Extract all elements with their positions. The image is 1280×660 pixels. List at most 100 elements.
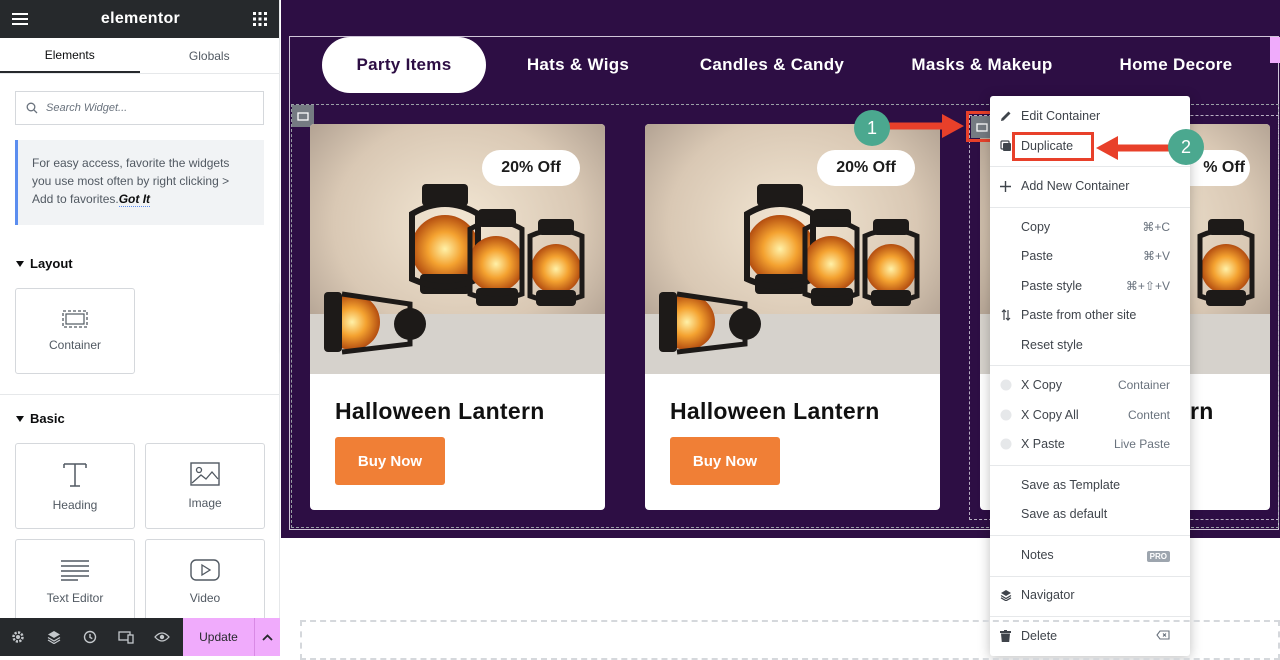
settings-button[interactable]	[0, 618, 36, 656]
got-it-link[interactable]: Got It	[118, 192, 151, 207]
editor-panel: elementor Elements Globals Search Widget…	[0, 0, 280, 656]
menu-item-x-paste[interactable]: X Paste Live Paste	[990, 431, 1190, 457]
heading-label: Heading	[52, 498, 98, 512]
menu-item-navigator[interactable]: Navigator	[990, 582, 1190, 608]
context-menu: Edit Container Duplicate Add New Contain…	[990, 96, 1190, 656]
video-label: Video	[189, 591, 221, 605]
card-title: Halloween Lantern	[670, 398, 880, 424]
search-icon	[26, 102, 38, 114]
elementor-logo: elementor	[100, 10, 181, 27]
widget-container[interactable]: Container	[15, 288, 135, 374]
menu-item-x-copy-all[interactable]: X Copy All Content	[990, 402, 1190, 428]
update-button[interactable]: Update	[183, 618, 254, 656]
layers-icon	[47, 631, 61, 644]
menu-separator	[990, 465, 1190, 466]
discount-badge: 20% Off	[482, 150, 580, 186]
basic-section-title[interactable]: Basic	[0, 411, 65, 426]
responsive-button[interactable]	[108, 618, 144, 656]
menu-item-paste-other-site[interactable]: Paste from other site	[990, 302, 1190, 328]
menu-item-save-default[interactable]: Save as default	[990, 501, 1190, 527]
menu-item-edit-container[interactable]: Edit Container	[990, 103, 1190, 129]
devices-icon	[118, 631, 134, 644]
plus-icon	[1000, 180, 1011, 192]
nav-party-items[interactable]: Party Items	[322, 37, 486, 93]
chevron-up-icon	[262, 633, 273, 641]
menu-item-x-copy[interactable]: X Copy Container	[990, 372, 1190, 398]
buy-now-button[interactable]: Buy Now	[670, 437, 780, 485]
history-icon	[83, 630, 97, 644]
menu-item-reset-style[interactable]: Reset style	[990, 332, 1190, 358]
tab-globals[interactable]: Globals	[140, 38, 280, 73]
menu-separator	[990, 166, 1190, 167]
eye-icon	[154, 632, 170, 642]
discount-badge: 20% Off	[817, 150, 915, 186]
add-section-dropzone[interactable]	[300, 620, 1280, 660]
xcopy-icon	[1000, 379, 1011, 391]
update-options-button[interactable]	[254, 618, 280, 656]
image-label: Image	[188, 496, 222, 510]
arrow-1-icon	[885, 114, 964, 138]
nav-candles-candy[interactable]: Candles & Candy	[690, 37, 854, 93]
nav-home-decore[interactable]: Home Decore	[1110, 37, 1242, 93]
menu-item-notes[interactable]: Notes PRO	[990, 542, 1190, 568]
product-card: 20% Off Halloween Lantern Buy Now	[310, 124, 605, 510]
menu-item-add-container[interactable]: Add New Container	[990, 173, 1190, 199]
container-handle-icon	[297, 111, 309, 121]
gear-icon	[12, 631, 24, 643]
layers-button[interactable]	[36, 618, 72, 656]
search-placeholder: Search Widget...	[46, 102, 128, 114]
container-label: Container	[48, 338, 102, 352]
widget-video[interactable]: Video	[145, 539, 265, 625]
menu-separator	[990, 576, 1190, 577]
duplicate-icon	[999, 140, 1011, 151]
image-icon	[190, 462, 220, 486]
xcopy-icon	[1000, 438, 1011, 450]
edit-handle-strip[interactable]	[1270, 37, 1280, 63]
menu-item-copy[interactable]: Copy ⌘+C	[990, 214, 1190, 240]
grid-apps-icon[interactable]	[252, 12, 267, 26]
heading-icon	[63, 463, 87, 487]
arrow-2-icon	[1096, 136, 1172, 160]
menu-separator	[990, 365, 1190, 366]
preview-button[interactable]	[144, 618, 180, 656]
text-editor-label: Text Editor	[46, 591, 104, 605]
caret-down-icon	[16, 260, 24, 267]
pro-badge: PRO	[1146, 551, 1170, 562]
card-title: rn	[1190, 398, 1214, 424]
layout-section-title[interactable]: Layout	[0, 256, 73, 271]
tab-elements[interactable]: Elements	[0, 38, 140, 73]
layout-title-label: Layout	[30, 256, 73, 271]
nav-hats-wigs[interactable]: Hats & Wigs	[508, 37, 648, 93]
panel-footer: Update	[0, 618, 280, 656]
video-icon	[190, 559, 220, 581]
hamburger-menu-icon[interactable]	[12, 12, 28, 26]
panel-tabs: Elements Globals	[0, 38, 279, 74]
menu-separator	[990, 535, 1190, 536]
layers-icon	[1000, 590, 1011, 601]
basic-title-label: Basic	[30, 411, 65, 426]
widget-image[interactable]: Image	[145, 443, 265, 529]
menu-separator	[990, 616, 1190, 617]
menu-item-paste-style[interactable]: Paste style ⌘+⇧+V	[990, 273, 1190, 299]
card-title: Halloween Lantern	[335, 398, 545, 424]
nav-masks-makeup[interactable]: Masks & Makeup	[900, 37, 1064, 93]
container-icon	[62, 310, 88, 328]
product-card: 20% Off Halloween Lantern Buy Now	[645, 124, 940, 510]
panel-header: elementor	[0, 0, 279, 38]
menu-item-paste[interactable]: Paste ⌘+V	[990, 243, 1190, 269]
container-handle-icon	[976, 122, 988, 132]
history-button[interactable]	[72, 618, 108, 656]
menu-item-save-template[interactable]: Save as Template	[990, 472, 1190, 498]
menu-separator	[990, 207, 1190, 208]
search-widget-input[interactable]: Search Widget...	[15, 91, 264, 125]
pencil-icon	[1000, 111, 1010, 121]
widget-heading[interactable]: Heading	[15, 443, 135, 529]
caret-down-icon	[16, 415, 24, 422]
step-marker: 1	[854, 110, 890, 146]
text-editor-icon	[61, 560, 89, 581]
xcopy-icon	[1000, 409, 1011, 421]
buy-now-button[interactable]: Buy Now	[335, 437, 445, 485]
step-marker: 2	[1168, 129, 1204, 165]
section-divider	[0, 394, 280, 395]
widget-text-editor[interactable]: Text Editor	[15, 539, 135, 625]
